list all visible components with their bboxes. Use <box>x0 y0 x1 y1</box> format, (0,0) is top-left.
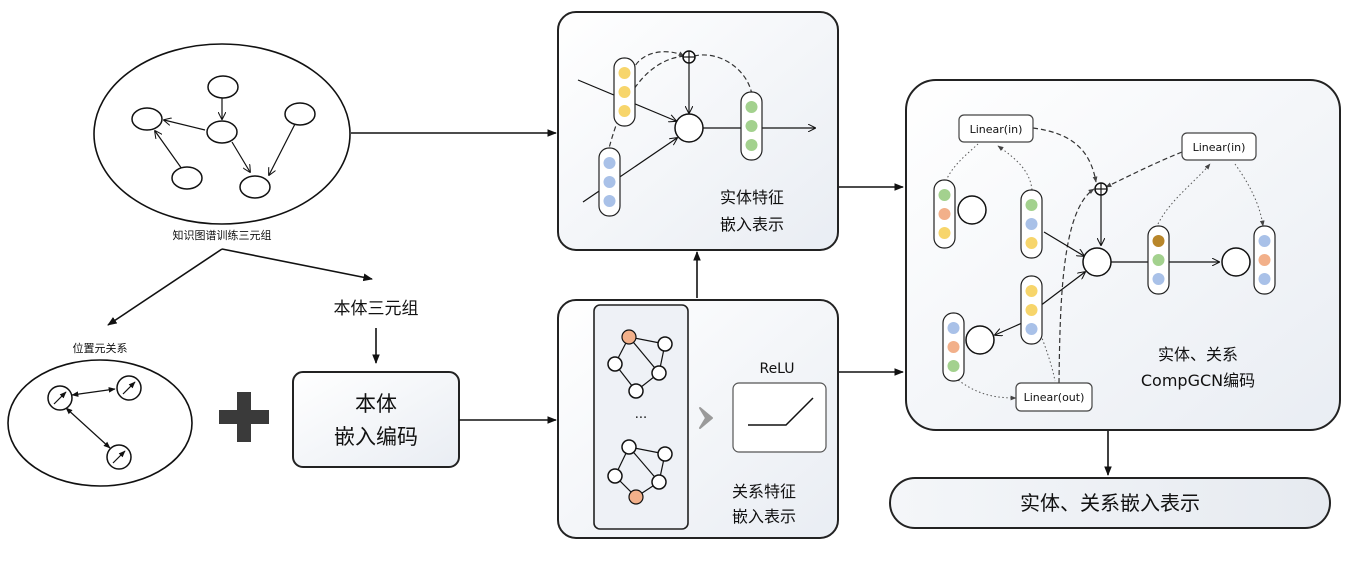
linear-in-label-1: Linear(in) <box>970 123 1023 136</box>
ontology-encoding-title: 本体 <box>355 392 397 416</box>
relu-label: ReLU <box>759 361 794 377</box>
plus-icon <box>219 392 269 442</box>
final-output-box: 实体、关系嵌入表示 <box>889 477 1331 529</box>
ontology-encoding-box: 本体 嵌入编码 <box>292 371 460 468</box>
ontology-encoding-subtitle: 嵌入编码 <box>334 425 418 449</box>
final-output-label: 实体、关系嵌入表示 <box>1020 491 1200 515</box>
linear-in-label-2: Linear(in) <box>1193 141 1246 154</box>
compgcn-subtitle: CompGCN编码 <box>1141 371 1255 390</box>
kg-triples-graph <box>93 43 351 225</box>
compgcn-box: Linear(in) Linear(in) Linear(out) 实体、关系 … <box>905 79 1341 431</box>
compgcn-title: 实体、关系 <box>1158 345 1238 364</box>
position-relation-label: 位置元关系 <box>73 341 128 355</box>
kg-triples-label: 知识图谱训练三元组 <box>173 228 272 242</box>
position-relation-graph <box>7 359 193 487</box>
entity-feature-box: 实体特征 嵌入表示 <box>557 11 839 251</box>
linear-out-label: Linear(out) <box>1024 391 1085 404</box>
relu-plot <box>732 382 827 453</box>
ontology-triples-label: 本体三元组 <box>334 299 419 319</box>
entity-feature-subtitle: 嵌入表示 <box>720 215 784 234</box>
relation-feature-title: 关系特征 <box>732 482 796 501</box>
entity-feature-title: 实体特征 <box>720 188 784 207</box>
arrow-to-ontology-triples <box>221 248 373 282</box>
graph-ellipsis: ... <box>635 407 647 422</box>
relation-feature-subtitle: 嵌入表示 <box>732 507 796 526</box>
framework-diagram: 知识图谱训练三元组 位置元关系 本体三元组 本体 嵌入编码 实体特征 嵌入表示 … <box>7 11 1341 539</box>
relation-feature-box: ... ReLU 关系特征 嵌入表示 <box>557 299 839 539</box>
arrow-to-position-relation <box>107 248 223 326</box>
